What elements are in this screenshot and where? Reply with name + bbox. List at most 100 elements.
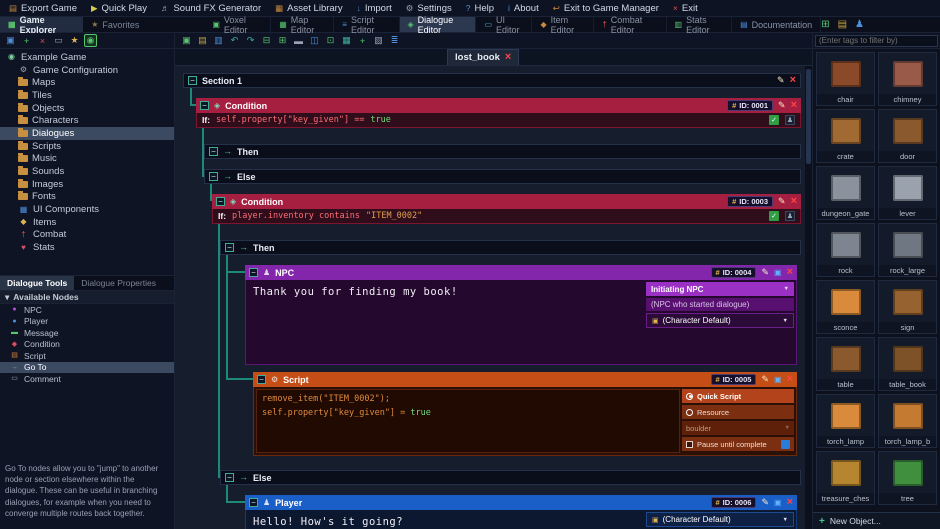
tree-item[interactable]: Images xyxy=(0,178,174,191)
menu-item[interactable]: ▶ Quick Play xyxy=(84,0,154,16)
tab-dialogue-tools[interactable]: Dialogue Tools xyxy=(0,276,74,290)
tab-game-explorer[interactable]: ▦ Game Explorer xyxy=(0,17,83,32)
toolbar-icon[interactable]: ▬ xyxy=(292,34,305,47)
asset-tile[interactable]: chimney xyxy=(878,52,937,106)
edit-icon[interactable]: ✎ xyxy=(778,101,786,110)
asset-tile[interactable]: rock xyxy=(816,223,875,277)
toolbar-icon[interactable]: ▥ xyxy=(212,34,225,47)
then-branch-bar[interactable]: − → Then xyxy=(204,144,801,159)
quick-script-radio[interactable]: Quick Script xyxy=(682,389,794,403)
then-branch-bar[interactable]: − → Then xyxy=(220,240,801,255)
condition-node-0003[interactable]: − ◈ Condition #ID: 0003 ✎ × If: player.i… xyxy=(212,194,801,224)
editor-tab[interactable]: ◈ Dialogue Editor xyxy=(400,17,477,32)
editor-tab[interactable]: ▥ Stats Editor xyxy=(667,17,733,32)
collapse-toggle[interactable]: − xyxy=(209,147,218,156)
else-branch-bar[interactable]: − → Else xyxy=(204,169,801,184)
collapse-toggle[interactable]: − xyxy=(200,101,209,110)
toolbar-icon[interactable]: ↶ xyxy=(228,34,241,47)
asset-tile[interactable]: dungeon_gate xyxy=(816,166,875,220)
edit-icon[interactable]: ✎ xyxy=(777,76,785,85)
collapse-toggle[interactable]: − xyxy=(209,172,218,181)
tree-item[interactable]: Characters xyxy=(0,114,174,127)
toolbar-icon[interactable]: ▤ xyxy=(196,34,209,47)
tree-item[interactable]: ◉ Example Game xyxy=(0,51,174,64)
collapse-toggle[interactable]: − xyxy=(249,498,258,507)
tree-item[interactable]: ⚙ Game Configuration xyxy=(0,64,174,77)
toolbar-icon[interactable]: ▦ xyxy=(340,34,353,47)
edit-icon[interactable]: ✎ xyxy=(778,197,786,206)
toolbar-icon[interactable]: ≣ xyxy=(388,34,401,47)
duplicate-icon[interactable]: ▣ xyxy=(774,269,782,277)
edit-icon[interactable]: ✎ xyxy=(761,268,769,277)
tree-item[interactable]: Sounds xyxy=(0,165,174,178)
palette-node-item[interactable]: ◆ Condition xyxy=(0,339,174,351)
asset-tile[interactable]: lever xyxy=(878,166,937,220)
person-icon[interactable]: ♟ xyxy=(785,115,795,125)
resource-radio[interactable]: Resource xyxy=(682,405,794,419)
editor-tab[interactable]: ▣ Voxel Editor xyxy=(204,17,271,32)
tree-item[interactable]: ♥ Stats xyxy=(0,241,174,254)
toolbar-icon[interactable]: ▣ xyxy=(180,34,193,47)
person-icon[interactable]: ♟ xyxy=(785,211,795,221)
npc-node-0004[interactable]: − ♟ NPC #ID: 0004 ✎ ▣ × Thank you for fi… xyxy=(245,265,797,365)
document-tab[interactable]: lost_book × xyxy=(447,49,519,65)
section-node[interactable]: − Section 1 ✎ × xyxy=(183,73,801,88)
toolbar-icon[interactable]: ◉ xyxy=(84,34,97,47)
tab-dialogue-properties[interactable]: Dialogue Properties xyxy=(74,276,163,290)
asset-tile[interactable]: chair xyxy=(816,52,875,106)
toolbar-icon[interactable]: ▧ xyxy=(372,34,385,47)
asset-tile[interactable]: table xyxy=(816,337,875,391)
tree-item[interactable]: Maps xyxy=(0,76,174,89)
asset-tile[interactable]: treasure_ches xyxy=(816,451,875,505)
tree-item[interactable]: ◆ Items xyxy=(0,216,174,229)
panel-icon[interactable]: ♟ xyxy=(855,19,864,30)
edit-icon[interactable]: ✎ xyxy=(761,498,769,507)
toolbar-icon[interactable]: ▭ xyxy=(52,34,65,47)
condition-expression[interactable]: player.inventory contains xyxy=(232,211,360,221)
info-icon[interactable] xyxy=(781,440,790,449)
code-editor[interactable]: remove_item("ITEM_0002"); self.property[… xyxy=(256,389,680,453)
palette-node-item[interactable]: ▭ Comment xyxy=(0,373,174,385)
asset-tile[interactable]: table_book xyxy=(878,337,937,391)
editor-tab[interactable]: ▤ Documentation xyxy=(732,17,821,32)
panel-icon[interactable]: ▤ xyxy=(838,19,847,30)
tree-item[interactable]: † Combat xyxy=(0,229,174,242)
condition-value[interactable]: true xyxy=(370,115,390,125)
asset-tile[interactable]: sconce xyxy=(816,280,875,334)
toolbar-icon[interactable]: ⊞ xyxy=(276,34,289,47)
condition-node-0001[interactable]: − ◈ Condition #ID: 0001 ✎ × If: self.pro… xyxy=(196,98,801,128)
available-nodes-header[interactable]: ▾ Available Nodes xyxy=(0,291,174,304)
tree-item[interactable]: Dialogues xyxy=(0,127,174,140)
duplicate-icon[interactable]: ▣ xyxy=(774,376,782,384)
toolbar-icon[interactable]: + xyxy=(356,34,369,47)
delete-icon[interactable]: × xyxy=(787,497,793,508)
new-object-button[interactable]: + New Object... xyxy=(812,512,940,529)
delete-icon[interactable]: × xyxy=(790,75,796,86)
toolbar-icon[interactable]: ◫ xyxy=(308,34,321,47)
pause-checkbox-row[interactable]: Pause until complete xyxy=(682,437,794,451)
tag-filter-input[interactable] xyxy=(815,35,938,47)
asset-tile[interactable]: torch_lamp xyxy=(816,394,875,448)
panel-icon[interactable]: ⊞ xyxy=(821,19,829,30)
editor-tab[interactable]: ▭ UI Editor xyxy=(476,17,532,32)
palette-node-item[interactable]: ▤ Script xyxy=(0,350,174,362)
dialogue-text[interactable]: Thank you for finding my book! xyxy=(248,282,644,362)
duplicate-icon[interactable]: ▣ xyxy=(774,499,782,507)
collapse-toggle[interactable]: − xyxy=(216,197,225,206)
collapse-toggle[interactable]: − xyxy=(225,473,234,482)
character-dropdown[interactable]: ▣ (Character Default) ▼ xyxy=(646,313,794,328)
asset-tile[interactable]: door xyxy=(878,109,937,163)
asset-tile[interactable]: tree xyxy=(878,451,937,505)
player-node-0006[interactable]: − ♟ Player #ID: 0006 ✎ ▣ × Hello! How's … xyxy=(245,495,797,529)
palette-node-item[interactable]: ▬ Message xyxy=(0,327,174,339)
palette-node-item[interactable]: → Go To xyxy=(0,362,174,374)
editor-tab[interactable]: ▦ Map Editor xyxy=(271,17,334,32)
toolbar-icon[interactable]: ▣ xyxy=(4,34,17,47)
collapse-toggle[interactable]: − xyxy=(225,243,234,252)
asset-tile[interactable]: crate xyxy=(816,109,875,163)
tree-item[interactable]: Music xyxy=(0,153,174,166)
delete-icon[interactable]: × xyxy=(787,374,793,385)
checkbox-icon[interactable]: ✓ xyxy=(769,211,779,221)
tree-item[interactable]: Fonts xyxy=(0,191,174,204)
delete-icon[interactable]: × xyxy=(791,100,797,111)
